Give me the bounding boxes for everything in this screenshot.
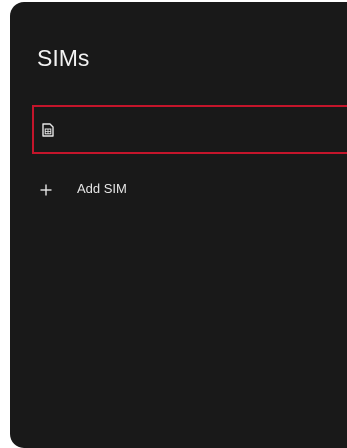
page-title: SIMs — [37, 45, 90, 71]
plus-icon — [40, 183, 52, 196]
add-sim-button[interactable]: Add SIM — [32, 172, 347, 210]
add-sim-label: Add SIM — [77, 181, 127, 196]
sim-card-icon — [42, 123, 54, 137]
sim-list-item[interactable] — [32, 105, 347, 154]
sims-panel: SIMs Add SIM — [10, 2, 347, 448]
